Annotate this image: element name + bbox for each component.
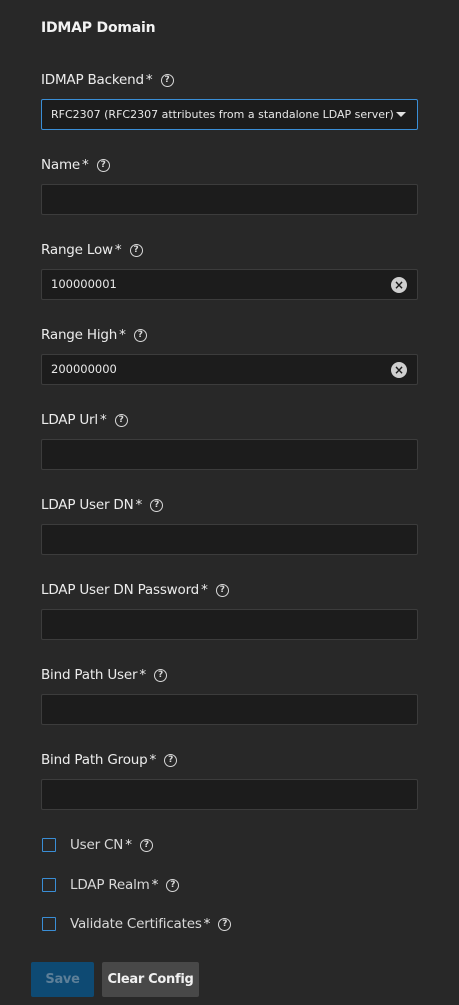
user-cn-checkbox[interactable] bbox=[42, 838, 56, 852]
range-low-value: 100000001 bbox=[51, 277, 117, 291]
idmap-backend-label-row: IDMAP Backend * ? bbox=[41, 70, 418, 90]
range-low-label-row: Range Low * ? bbox=[41, 240, 418, 260]
clear-config-button[interactable]: Clear Config bbox=[102, 962, 199, 997]
ldap-realm-option[interactable]: LDAP Realm * ? bbox=[42, 875, 180, 895]
name-label: Name bbox=[41, 157, 81, 173]
range-low-label: Range Low bbox=[41, 242, 113, 258]
range-high-input[interactable]: 200000000 × bbox=[41, 354, 418, 385]
help-circle-icon[interactable]: ? bbox=[166, 878, 180, 892]
ldap-user-dn-label-row: LDAP User DN * ? bbox=[41, 495, 418, 515]
bind-path-group-field: Bind Path Group * ? bbox=[41, 750, 418, 810]
ldap-url-label-row: LDAP Url * ? bbox=[41, 410, 418, 430]
help-circle-icon[interactable]: ? bbox=[218, 917, 232, 931]
help-circle-icon[interactable]: ? bbox=[160, 73, 174, 87]
validate-certificates-option[interactable]: Validate Certificates * ? bbox=[42, 914, 232, 934]
required-marker: * bbox=[151, 877, 159, 893]
required-marker: * bbox=[114, 242, 122, 258]
required-marker: * bbox=[145, 72, 153, 88]
idmap-backend-label: IDMAP Backend bbox=[41, 72, 144, 88]
clear-circle-icon[interactable]: × bbox=[391, 362, 407, 378]
help-circle-icon[interactable]: ? bbox=[215, 583, 229, 597]
user-cn-option[interactable]: User CN * ? bbox=[42, 835, 153, 855]
required-marker: * bbox=[125, 837, 132, 853]
help-circle-icon[interactable]: ? bbox=[133, 328, 147, 342]
help-circle-icon[interactable]: ? bbox=[139, 838, 153, 852]
bind-path-user-input[interactable] bbox=[41, 694, 418, 725]
bind-path-group-label: Bind Path Group bbox=[41, 752, 148, 768]
ldap-url-label: LDAP Url bbox=[41, 412, 98, 428]
ldap-url-input[interactable] bbox=[41, 439, 418, 470]
required-marker: * bbox=[135, 497, 143, 513]
clear-circle-icon[interactable]: × bbox=[391, 277, 407, 293]
save-button[interactable]: Save bbox=[31, 962, 94, 997]
required-marker: * bbox=[119, 327, 126, 343]
ldap-user-dn-label: LDAP User DN bbox=[41, 497, 134, 513]
name-input[interactable] bbox=[41, 184, 418, 215]
idmap-backend-select[interactable]: RFC2307 (RFC2307 attributes from a stand… bbox=[41, 99, 418, 130]
required-marker: * bbox=[203, 916, 211, 932]
bind-path-user-label-row: Bind Path User * ? bbox=[41, 665, 418, 685]
bind-path-user-label: Bind Path User bbox=[41, 667, 138, 683]
range-low-input[interactable]: 100000001 × bbox=[41, 269, 418, 300]
ldap-user-dn-password-input[interactable] bbox=[41, 609, 418, 640]
ldap-user-dn-password-label-row: LDAP User DN Password * ? bbox=[41, 580, 418, 600]
ldap-user-dn-input[interactable] bbox=[41, 524, 418, 555]
range-low-field: Range Low * ? 100000001 × bbox=[41, 240, 418, 300]
help-circle-icon[interactable]: ? bbox=[114, 413, 128, 427]
ldap-user-dn-password-label: LDAP User DN Password bbox=[41, 582, 200, 598]
required-marker: * bbox=[139, 667, 147, 683]
name-label-row: Name * ? bbox=[41, 155, 418, 175]
bind-path-group-input[interactable] bbox=[41, 779, 418, 810]
bind-path-user-field: Bind Path User * ? bbox=[41, 665, 418, 725]
user-cn-label: User CN bbox=[70, 837, 124, 853]
help-circle-icon[interactable]: ? bbox=[150, 498, 164, 512]
required-marker: * bbox=[149, 752, 157, 768]
name-field: Name * ? bbox=[41, 155, 418, 215]
help-circle-icon[interactable]: ? bbox=[96, 158, 110, 172]
ldap-realm-label: LDAP Realm bbox=[70, 877, 150, 893]
chevron-down-icon[interactable] bbox=[396, 112, 406, 117]
page-title: IDMAP Domain bbox=[41, 20, 156, 36]
idmap-form: IDMAP Domain IDMAP Backend * ? RFC2307 (… bbox=[0, 0, 459, 1005]
validate-certificates-label: Validate Certificates bbox=[70, 916, 202, 932]
bind-path-group-label-row: Bind Path Group * ? bbox=[41, 750, 418, 770]
required-marker: * bbox=[201, 582, 208, 598]
required-marker: * bbox=[99, 412, 107, 428]
help-circle-icon[interactable]: ? bbox=[164, 753, 178, 767]
ldap-user-dn-password-field: LDAP User DN Password * ? bbox=[41, 580, 418, 640]
idmap-backend-value: RFC2307 (RFC2307 attributes from a stand… bbox=[51, 108, 394, 121]
range-high-label: Range High bbox=[41, 327, 118, 343]
range-high-value: 200000000 bbox=[51, 362, 117, 376]
ldap-url-field: LDAP Url * ? bbox=[41, 410, 418, 470]
ldap-realm-checkbox[interactable] bbox=[42, 878, 56, 892]
range-high-label-row: Range High * ? bbox=[41, 325, 418, 345]
ldap-user-dn-field: LDAP User DN * ? bbox=[41, 495, 418, 555]
required-marker: * bbox=[82, 157, 89, 173]
validate-certificates-checkbox[interactable] bbox=[42, 917, 56, 931]
idmap-backend-field: IDMAP Backend * ? RFC2307 (RFC2307 attri… bbox=[41, 70, 418, 130]
help-circle-icon[interactable]: ? bbox=[154, 668, 168, 682]
range-high-field: Range High * ? 200000000 × bbox=[41, 325, 418, 385]
help-circle-icon[interactable]: ? bbox=[129, 243, 143, 257]
